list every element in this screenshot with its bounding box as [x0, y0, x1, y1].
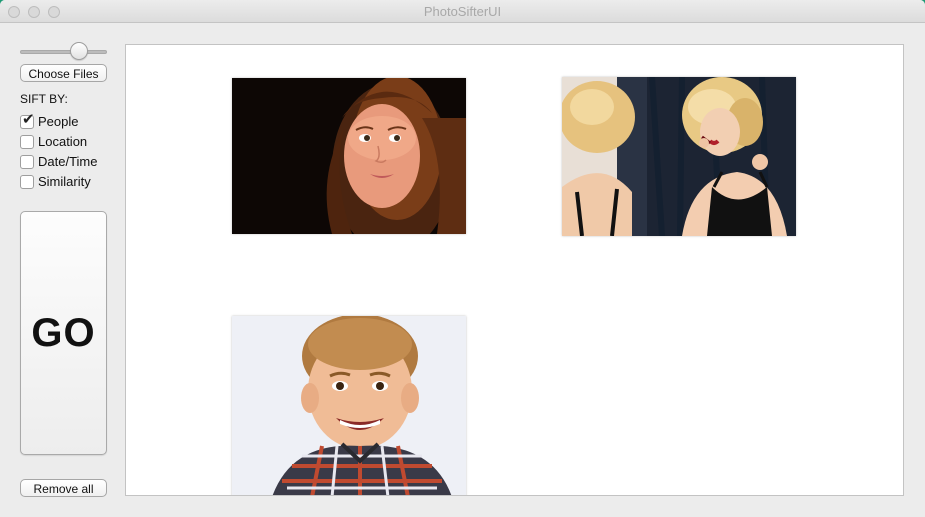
go-label: GO — [31, 310, 96, 355]
checkbox-people[interactable]: ✔ People — [20, 111, 90, 130]
checkmark-icon: ✔ — [22, 111, 35, 128]
checkbox-label: People — [38, 114, 79, 129]
size-slider[interactable] — [20, 42, 107, 62]
slider-thumb[interactable] — [70, 42, 89, 60]
photo-grid — [125, 44, 904, 496]
title-bar: PhotoSifterUI — [0, 0, 925, 23]
photo-thumbnail-boy[interactable] — [232, 316, 466, 495]
photo-thumbnail-woman-mirror[interactable] — [562, 77, 796, 236]
remove-all-button[interactable]: Remove all — [20, 479, 107, 497]
go-button[interactable]: GO — [20, 211, 107, 455]
choose-files-button[interactable]: Choose Files — [20, 64, 107, 82]
sidebar: Choose Files SIFT BY: ✔ People Location … — [0, 23, 120, 517]
checkbox-label: Date/Time — [38, 154, 98, 169]
app-window: PhotoSifterUI Choose Files SIFT BY: ✔ Pe… — [0, 0, 925, 517]
photo-thumbnail-girl[interactable] — [232, 78, 466, 234]
checkbox-date-time[interactable]: Date/Time — [20, 154, 106, 170]
checkbox-location[interactable]: Location — [20, 134, 100, 150]
checkbox-box[interactable]: ✔ — [20, 111, 35, 129]
checkbox-label: Similarity — [38, 174, 91, 189]
checkbox-box[interactable] — [20, 155, 34, 169]
checkbox-label: Location — [38, 134, 88, 149]
checkbox-similarity[interactable]: Similarity — [20, 174, 100, 190]
checkbox-box[interactable] — [20, 175, 34, 189]
slider-track[interactable] — [20, 50, 107, 54]
window-title: PhotoSifterUI — [423, 4, 502, 19]
checkbox-box[interactable] — [20, 135, 34, 149]
sift-by-label: SIFT BY: — [20, 92, 68, 106]
